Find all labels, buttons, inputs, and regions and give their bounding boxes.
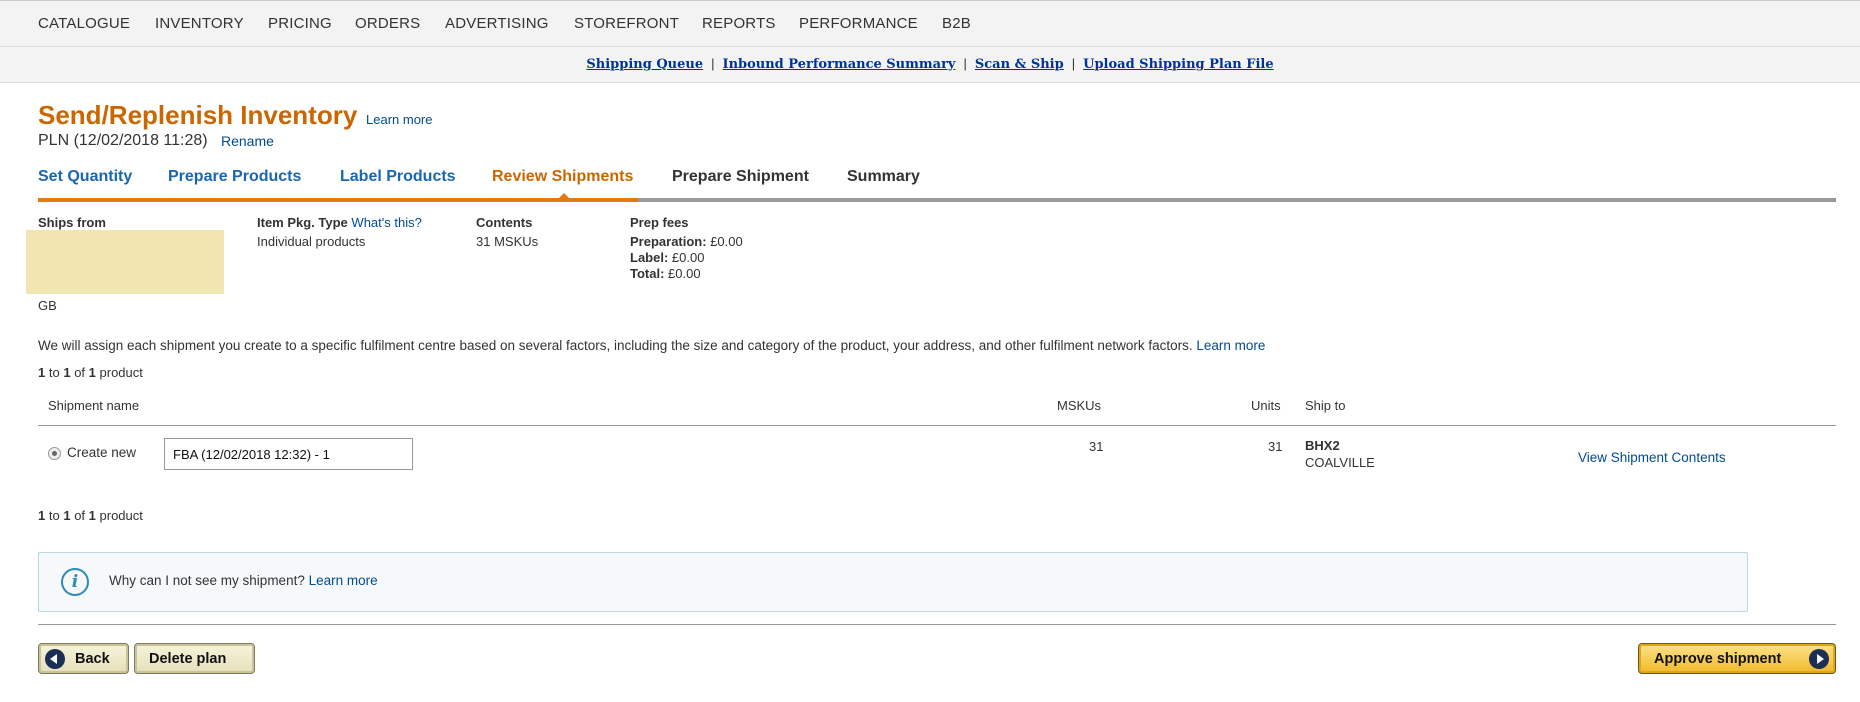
back-button-label: Back	[75, 651, 110, 667]
page-of-word: of	[74, 508, 86, 523]
help-question: Why can I not see my shipment?	[109, 573, 305, 588]
assign-notice-text: We will assign each shipment you create …	[38, 338, 1193, 353]
shipment-name-input[interactable]	[164, 438, 413, 470]
fulfilment-centre-code: BHX2	[1305, 438, 1340, 453]
workflow-tabs: Set Quantity Prepare Products Label Prod…	[38, 166, 1836, 202]
title-learn-more-link[interactable]: Learn more	[366, 112, 432, 127]
info-icon: i	[61, 568, 89, 596]
label-fee-label: Label:	[630, 250, 669, 265]
column-header-shipment-name: Shipment name	[48, 398, 140, 413]
assign-learn-more-link[interactable]: Learn more	[1196, 338, 1265, 353]
approve-shipment-button[interactable]: Approve shipment	[1638, 643, 1836, 674]
back-button[interactable]: Back	[38, 643, 129, 674]
create-new-label: Create new	[67, 445, 137, 460]
ships-from-label: Ships from	[38, 215, 106, 230]
table-header-divider	[38, 425, 1836, 426]
page-unit: product	[99, 365, 143, 380]
column-header-ship-to: Ship to	[1305, 398, 1346, 413]
nav-advertising[interactable]: ADVERTISING	[445, 15, 549, 32]
nav-catalogue[interactable]: CATALOGUE	[38, 15, 130, 32]
separator: |	[963, 56, 967, 71]
nav-pricing[interactable]: PRICING	[268, 15, 332, 32]
redacted-address	[26, 230, 224, 294]
footer-divider	[38, 624, 1836, 625]
delete-plan-button[interactable]: Delete plan	[134, 643, 255, 674]
create-new-radio[interactable]	[48, 447, 61, 460]
page-total: 1	[88, 508, 96, 523]
nav-reports[interactable]: REPORTS	[702, 15, 776, 32]
pagination-count-top: 1 to 1 of 1 product	[38, 365, 143, 380]
row-mskus: 31	[1089, 439, 1104, 454]
delete-plan-button-label: Delete plan	[149, 651, 227, 667]
link-shipping-queue[interactable]: Shipping Queue	[586, 57, 703, 72]
pagination-count-bottom: 1 to 1 of 1 product	[38, 508, 143, 523]
item-pkg-type-value: Individual products	[257, 234, 366, 249]
tab-set-quantity[interactable]: Set Quantity	[38, 168, 132, 186]
separator: |	[711, 56, 715, 71]
tab-label-products[interactable]: Label Products	[340, 168, 456, 186]
nav-storefront[interactable]: STOREFRONT	[574, 15, 679, 32]
page-from: 1	[38, 365, 46, 380]
progress-line-complete	[38, 198, 638, 202]
nav-b2b[interactable]: B2B	[942, 15, 971, 32]
nav-orders[interactable]: ORDERS	[355, 15, 420, 32]
fulfilment-centre-city: COALVILLE	[1305, 455, 1375, 470]
prep-fees-label: Prep fees	[630, 215, 689, 230]
help-box-text: Why can I not see my shipment? Learn mor…	[109, 573, 378, 588]
tab-summary: Summary	[847, 168, 920, 185]
page-unit: product	[99, 508, 143, 523]
preparation-fee-label: Preparation:	[630, 234, 707, 249]
page-to: 1	[63, 508, 71, 523]
rename-link[interactable]: Rename	[221, 133, 274, 149]
tab-prepare-products[interactable]: Prepare Products	[168, 168, 301, 186]
page-title: Send/Replenish Inventory	[38, 100, 358, 130]
active-tab-pointer	[558, 193, 570, 199]
assign-notice: We will assign each shipment you create …	[38, 338, 1265, 353]
separator: |	[1071, 56, 1076, 71]
tab-prepare-shipment: Prepare Shipment	[672, 168, 809, 185]
nav-performance[interactable]: PERFORMANCE	[799, 15, 918, 32]
approve-shipment-button-label: Approve shipment	[1654, 651, 1782, 667]
page-from: 1	[38, 508, 46, 523]
preparation-fee-value: £0.00	[710, 234, 743, 249]
item-pkg-type-label-text: Item Pkg. Type	[257, 215, 348, 230]
help-learn-more-link[interactable]: Learn more	[309, 573, 378, 588]
contents-label: Contents	[476, 215, 533, 230]
forward-arrow-icon	[1809, 649, 1829, 669]
shipping-subnav: Shipping Queue | Inbound Performance Summa…	[0, 47, 1860, 83]
label-fee-value: £0.00	[671, 250, 705, 265]
page-to: 1	[63, 365, 71, 380]
whats-this-link[interactable]: What's this?	[351, 215, 421, 230]
page-of-word: of	[74, 365, 86, 380]
top-navigation-bar: CATALOGUE INVENTORY PRICING ORDERS ADVER…	[0, 0, 1860, 47]
link-scan-ship[interactable]: Scan & Ship	[975, 57, 1064, 72]
row-units: 31	[1268, 439, 1283, 454]
page-total: 1	[88, 365, 96, 380]
link-inbound-performance[interactable]: Inbound Performance Summary	[722, 57, 955, 72]
progress-line-remaining	[638, 198, 1836, 202]
preparation-fee: Preparation: £0.00	[630, 234, 743, 249]
total-fee-value: £0.00	[668, 266, 701, 281]
label-fee: Label: £0.00	[630, 250, 704, 265]
item-pkg-type-label: Item Pkg. Type What's this?	[257, 215, 422, 230]
missing-shipment-help-box: i Why can I not see my shipment? Learn m…	[38, 552, 1748, 612]
page-to-word: to	[48, 365, 60, 380]
back-arrow-icon	[45, 649, 65, 669]
contents-value: 31 MSKUs	[476, 234, 539, 249]
plan-name: PLN (12/02/2018 11:28)	[38, 132, 208, 149]
total-fee-label: Total:	[630, 266, 665, 281]
link-upload-shipping-plan[interactable]: Upload Shipping Plan File	[1083, 57, 1274, 72]
tab-review-shipments[interactable]: Review Shipments	[492, 168, 633, 186]
page-to-word: to	[48, 508, 60, 523]
column-header-units: Units	[1251, 398, 1281, 413]
total-fee: Total: £0.00	[630, 266, 701, 281]
nav-inventory[interactable]: INVENTORY	[155, 15, 244, 32]
ships-from-country: GB	[38, 298, 57, 313]
column-header-mskus: MSKUs	[1057, 398, 1102, 413]
view-shipment-contents-link[interactable]: View Shipment Contents	[1578, 450, 1726, 465]
